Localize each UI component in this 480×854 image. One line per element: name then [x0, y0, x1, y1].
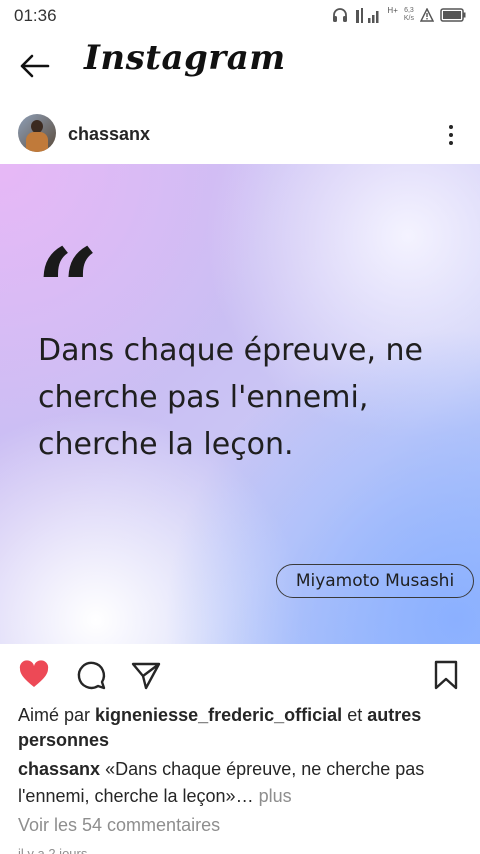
battery-icon — [440, 8, 466, 22]
caption: chassanx «Dans chaque épreuve, ne cherch… — [18, 756, 474, 810]
avatar[interactable] — [18, 114, 56, 152]
likes-user[interactable]: kigneniesse_frederic_official — [95, 705, 342, 725]
likes-prefix: Aimé par — [18, 705, 91, 725]
avatar-body — [26, 132, 48, 152]
status-icons: H+ 6,3 K/s — [331, 6, 466, 24]
post-image[interactable]: “ Dans chaque épreuve, ne cherche pas l'… — [0, 164, 480, 644]
post-username[interactable]: chassanx — [68, 124, 150, 145]
app-title: Instagram — [84, 38, 286, 78]
quote-text: Dans chaque épreuve, ne cherche pas l'en… — [38, 333, 424, 462]
action-bar — [0, 655, 480, 695]
bookmark-icon[interactable] — [430, 659, 462, 691]
arrow-left-icon[interactable] — [18, 52, 52, 80]
comment-icon[interactable] — [75, 659, 107, 691]
caption-username[interactable]: chassanx — [18, 759, 100, 779]
more-dot — [449, 133, 453, 137]
view-comments-link[interactable]: Voir les 54 commentaires — [18, 815, 220, 836]
more-dot — [449, 141, 453, 145]
network-speed: 6,3 K/s — [404, 7, 414, 23]
caption-more-link[interactable]: plus — [259, 786, 292, 806]
likes-summary[interactable]: Aimé par kigneniesse_frederic_official e… — [18, 703, 468, 753]
more-vertical-icon[interactable] — [436, 120, 466, 150]
headphones-icon — [333, 8, 348, 22]
share-icon[interactable] — [130, 659, 162, 691]
more-dot — [449, 125, 453, 129]
heart-icon[interactable] — [18, 659, 50, 691]
status-bar: 01:36 H+ 6,3 K/s — [0, 0, 480, 32]
post-timestamp: il y a 2 jours — [18, 846, 88, 854]
post-header: chassanx — [0, 108, 480, 164]
likes-connector: et — [347, 705, 363, 725]
status-time: 01:36 — [14, 6, 57, 25]
network-type: H+ — [387, 5, 398, 15]
warning-icon — [420, 8, 434, 22]
network-speed-unit: K/s — [403, 15, 414, 22]
app-header: Instagram — [0, 32, 480, 100]
signal-icon — [356, 8, 379, 23]
author-pill: Miyamoto Musashi — [276, 564, 474, 598]
network-speed-value: 6,3 — [404, 7, 414, 14]
